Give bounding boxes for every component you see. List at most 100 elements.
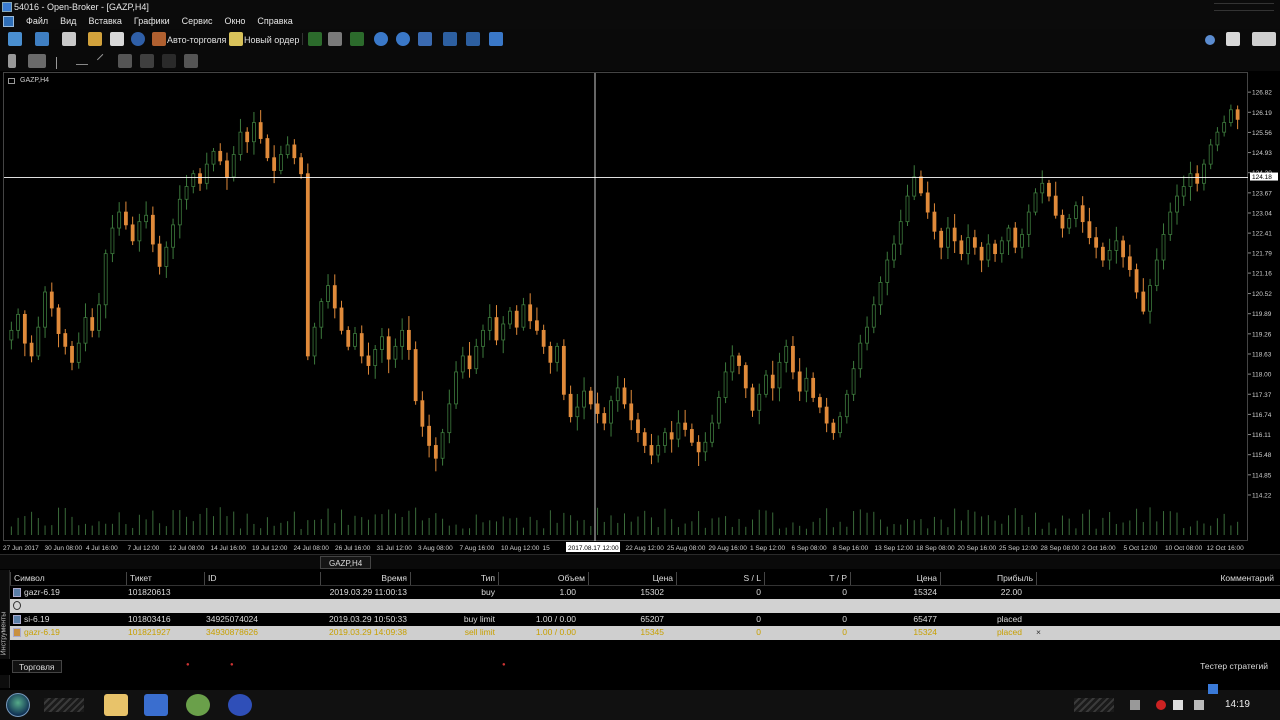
bar-chart-icon[interactable] xyxy=(308,32,322,46)
col-current-price[interactable]: Цена xyxy=(850,572,940,585)
candle-body xyxy=(535,320,539,331)
cursor-icon[interactable] xyxy=(8,54,16,68)
text-icon[interactable] xyxy=(162,54,176,68)
vertical-line-icon[interactable] xyxy=(56,57,58,69)
col-volume[interactable]: Объем xyxy=(498,572,588,585)
candle-body xyxy=(676,422,681,440)
tile-windows-icon[interactable] xyxy=(418,32,432,46)
table-row[interactable]: gazr-6.19 101820613 2019.03.29 11:00:13 … xyxy=(10,585,1280,599)
col-tp[interactable]: T / P xyxy=(764,572,850,585)
terminal-side-label: Инструменты xyxy=(0,611,8,656)
candle-body xyxy=(932,211,937,232)
price-tick-label: 124.93 xyxy=(1252,150,1272,157)
line-chart-icon[interactable] xyxy=(350,32,364,46)
fibonacci-icon[interactable] xyxy=(140,54,154,68)
candle-body xyxy=(925,192,930,213)
table-row[interactable]: gazr-6.19 101821927 34930878626 2019.03.… xyxy=(10,626,1280,640)
time-tick-label: 12 Jul 08:00 xyxy=(169,545,205,552)
time-tick-label: 1 Sep 12:00 xyxy=(750,545,785,552)
menu-charts[interactable]: Графики xyxy=(128,14,176,29)
candle-body xyxy=(1168,211,1173,235)
tray-volume-icon[interactable] xyxy=(1194,700,1204,710)
col-id[interactable]: ID xyxy=(204,572,320,585)
tester-icon[interactable] xyxy=(131,32,145,46)
crosshair-icon[interactable] xyxy=(28,54,46,68)
arrows-icon[interactable] xyxy=(184,54,198,68)
candle-body xyxy=(979,246,984,261)
tab-trade[interactable]: Торговля xyxy=(12,660,62,673)
candle-body xyxy=(1053,195,1058,216)
search-icon[interactable] xyxy=(1205,35,1215,45)
candle-body xyxy=(871,304,876,328)
candle-body xyxy=(844,393,849,418)
candle-body xyxy=(993,243,997,255)
autotrade-icon[interactable] xyxy=(152,32,166,46)
tray-record-icon[interactable] xyxy=(1156,700,1166,710)
menu-file[interactable]: Файл xyxy=(20,14,54,29)
cell-sl: 0 xyxy=(756,613,761,624)
table-row[interactable]: si-6.19 101803416 34925074024 2019.03.29… xyxy=(10,612,1280,626)
cell-tp: 0 xyxy=(842,627,847,637)
cell-sl: 0 xyxy=(756,586,761,597)
cell-price: 15345 xyxy=(640,627,664,637)
new-order-icon[interactable] xyxy=(229,32,243,46)
market-watch-icon[interactable] xyxy=(62,32,76,46)
chat-icon[interactable] xyxy=(1226,32,1240,46)
horizontal-line-icon[interactable] xyxy=(76,57,88,65)
tab-strategy-tester[interactable]: Тестер стратегий xyxy=(1200,660,1268,673)
col-comment[interactable]: Комментарий xyxy=(1036,572,1280,585)
price-chart[interactable]: GAZP,H4 xyxy=(3,72,1249,542)
candle-body xyxy=(1080,205,1085,223)
autoscroll-icon[interactable] xyxy=(466,32,480,46)
col-profit[interactable]: Прибыль xyxy=(940,572,1036,585)
menu-help[interactable]: Справка xyxy=(251,14,298,29)
tray-network-icon[interactable] xyxy=(1130,700,1140,710)
tab-badge-icon: ● xyxy=(502,662,506,668)
window-controls[interactable] xyxy=(1214,3,1274,11)
autotrade-button[interactable]: Авто-торговля xyxy=(167,34,226,46)
close-order-icon[interactable]: × xyxy=(1036,626,1046,639)
start-button-icon[interactable] xyxy=(6,693,30,717)
explorer-icon[interactable] xyxy=(104,694,128,716)
browser-icon[interactable] xyxy=(228,694,252,716)
terminal-icon[interactable] xyxy=(110,32,124,46)
zoom-in-icon[interactable] xyxy=(374,32,388,46)
time-tick-label: 22 Aug 12:00 xyxy=(626,545,665,552)
menu-tools[interactable]: Сервис xyxy=(176,14,219,29)
templates-icon[interactable] xyxy=(489,32,503,46)
candle-body xyxy=(1134,269,1139,293)
profiles-icon[interactable] xyxy=(35,32,49,46)
candle-body xyxy=(952,227,957,242)
candle-body xyxy=(514,310,519,328)
tray-app-icon[interactable] xyxy=(1173,700,1183,710)
chart-shift-icon[interactable] xyxy=(443,32,457,46)
balance-icon xyxy=(13,601,21,610)
account-icon[interactable] xyxy=(1252,32,1276,46)
tray-notify-icon[interactable] xyxy=(1208,684,1218,694)
col-sl[interactable]: S / L xyxy=(676,572,764,585)
channel-icon[interactable] xyxy=(118,54,132,68)
col-time[interactable]: Время xyxy=(320,572,410,585)
candle-body xyxy=(912,176,917,197)
time-tick-label: 26 Jul 16:00 xyxy=(335,545,371,552)
col-ticket[interactable]: Тикет xyxy=(126,572,204,585)
candlestick-icon[interactable] xyxy=(328,32,342,46)
navigator-icon[interactable] xyxy=(88,32,102,46)
terminal-app-icon[interactable] xyxy=(186,694,210,716)
new-order-button[interactable]: Новый ордер xyxy=(244,34,299,46)
new-chart-icon[interactable] xyxy=(8,32,22,46)
candle-body xyxy=(797,371,802,392)
save-app-icon[interactable] xyxy=(144,694,168,716)
menu-insert[interactable]: Вставка xyxy=(82,14,127,29)
cell-current-price: 15324 xyxy=(913,586,937,597)
chart-tab-gazp[interactable]: GAZP,H4 xyxy=(320,556,372,569)
candle-body xyxy=(1026,211,1031,235)
col-price[interactable]: Цена xyxy=(588,572,676,585)
zoom-out-icon[interactable] xyxy=(396,32,410,46)
menu-window[interactable]: Окно xyxy=(219,14,252,29)
col-symbol[interactable]: Символ xyxy=(10,572,126,585)
menu-view[interactable]: Вид xyxy=(54,14,82,29)
candlestick-plot[interactable] xyxy=(4,73,1249,542)
col-type[interactable]: Тип xyxy=(410,572,498,585)
trendline-icon[interactable] xyxy=(96,53,112,69)
